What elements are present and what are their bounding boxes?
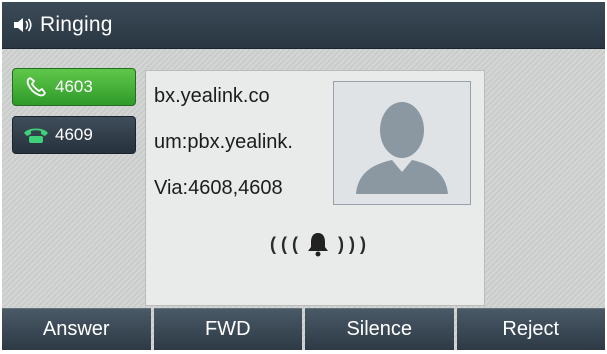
forward-button[interactable]: FWD [153,308,302,350]
line-label-2: 4609 [55,125,93,144]
status-title: Ringing [40,13,113,36]
line-key-4603[interactable]: 4603 [12,68,136,106]
reject-button[interactable]: Reject [456,308,605,350]
status-bar: Ringing [2,2,605,49]
phone-screen: Ringing 4603 4609 bx.yealink.co um:pbx.y… [2,2,605,350]
avatar [333,81,471,205]
ringing-indicator: ( ( ( ) ) ) [228,227,408,261]
answer-button[interactable]: Answer [2,308,151,350]
phone-icon [21,122,51,148]
caller-via: Via:4608,4608 [154,177,283,199]
incoming-call-panel: bx.yealink.co um:pbx.yealink. Via:4608,4… [145,70,485,306]
line-key-4609[interactable]: 4609 [12,116,136,154]
caller-uri: um:pbx.yealink. [154,131,293,153]
line-label-1: 4603 [55,77,93,96]
softkey-bar: Answer FWD Silence Reject [2,308,605,350]
handset-icon [21,74,51,100]
ring-waves-left: ( ( ( [270,233,298,254]
speaker-icon [14,18,32,32]
caller-name: bx.yealink.co [154,85,270,107]
contact-silhouette-icon [356,102,448,194]
ring-waves-right: ) ) ) [338,233,366,254]
bell-icon [308,233,328,257]
silence-button[interactable]: Silence [305,308,454,350]
